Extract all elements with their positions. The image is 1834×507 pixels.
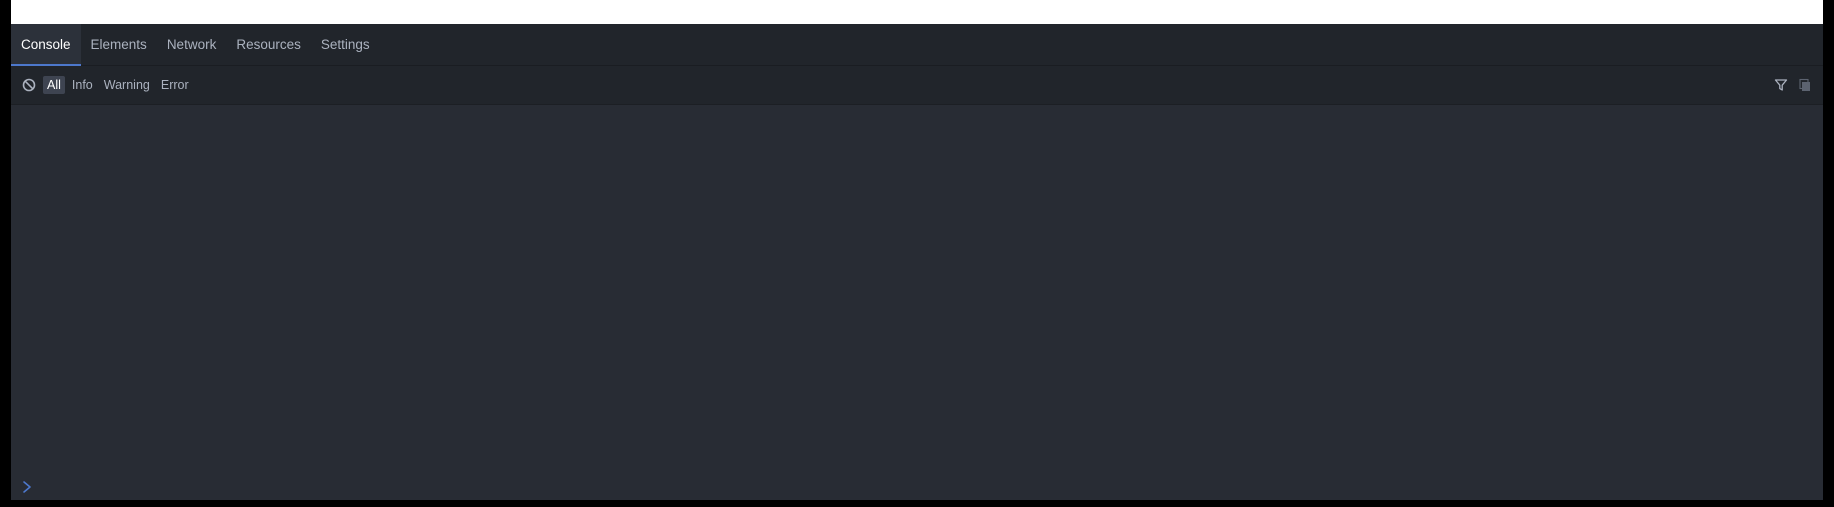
level-filter-info[interactable]: Info [68,76,97,94]
copy-icon[interactable] [1797,77,1813,93]
level-filter-all[interactable]: All [43,76,65,94]
level-filter-warning[interactable]: Warning [100,76,154,94]
tab-console[interactable]: Console [11,24,81,66]
console-input[interactable] [40,476,1823,498]
page-content-area [11,0,1823,24]
console-toolbar: All Info Warning Error [11,66,1823,105]
devtools-window: Console Elements Network Resources Setti… [11,0,1823,500]
tab-label: Elements [90,37,147,52]
tab-resources[interactable]: Resources [226,24,311,65]
tab-label: Settings [320,37,370,52]
tab-settings[interactable]: Settings [311,24,380,65]
filter-icon[interactable] [1773,77,1789,93]
tab-label: Network [166,37,217,52]
devtools-tab-bar: Console Elements Network Resources Setti… [11,24,1823,66]
tab-elements[interactable]: Elements [81,24,157,65]
level-filter-error[interactable]: Error [157,76,193,94]
clear-console-icon[interactable] [21,77,37,93]
window-edge [1823,0,1834,507]
console-prompt [11,475,1823,499]
toolbar-actions [1773,66,1813,104]
tab-label: Resources [236,37,301,52]
console-output [11,105,1823,465]
chevron-right-icon [22,480,34,494]
tab-network[interactable]: Network [157,24,227,65]
tab-label: Console [21,37,71,52]
